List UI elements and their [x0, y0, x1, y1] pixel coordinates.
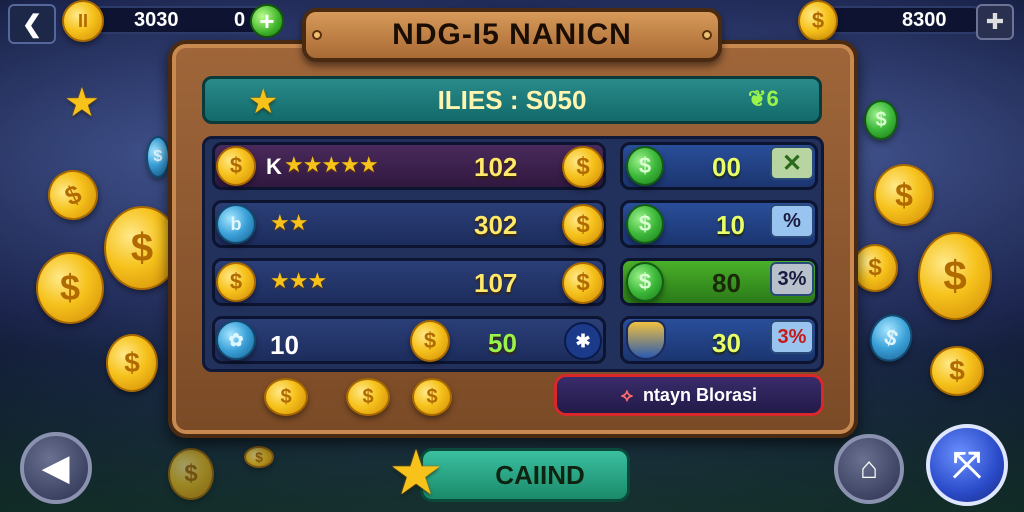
row-coin-icon: $	[216, 262, 256, 302]
side-coin-icon: $	[626, 262, 664, 302]
row-end-coin-icon: $	[562, 262, 604, 304]
puzzle-icon: ✚	[985, 9, 1005, 34]
header-star-icon: ★	[248, 83, 279, 121]
badge-star-icon: ★	[388, 439, 444, 508]
rivet	[312, 30, 322, 40]
header-badge-value: 6	[766, 86, 779, 111]
row-shell-icon: ✿	[216, 320, 256, 360]
currency-value-right: 8300	[902, 8, 947, 31]
settings-button[interactable]: ✚	[976, 4, 1014, 40]
row-value: 107	[474, 268, 518, 298]
close-icon: ✕	[781, 149, 803, 177]
row-stars: ★★★★★	[284, 152, 379, 177]
side-tag[interactable]: ✕	[770, 146, 814, 180]
casino-button-label: CAIIND	[495, 459, 585, 490]
side-tag-text: %	[783, 209, 801, 232]
back-nav-button[interactable]: ◀	[20, 432, 92, 504]
floating-coin-icon: $	[918, 232, 992, 320]
casino-badge: ★	[388, 439, 444, 508]
side-tag-text: 3%	[777, 325, 807, 348]
floating-blue-coin-icon: $	[146, 136, 170, 178]
row-value: 50	[488, 328, 517, 358]
row-badge-icon: b	[216, 204, 256, 244]
row-value: 102	[474, 152, 518, 182]
panel-title-text: NDG-I5 NANICN	[392, 18, 632, 51]
side-coin-icon: $	[626, 204, 664, 244]
currency-value-left: 3030	[134, 8, 179, 31]
coin-icon: $	[798, 0, 838, 42]
floating-coin-icon: $	[874, 164, 934, 226]
floating-coin-icon: $	[852, 244, 898, 292]
currency-secondary-left: 0	[234, 8, 246, 31]
floating-coin-icon: $	[168, 448, 214, 500]
coin-icon: II	[62, 0, 104, 42]
row-value: 302	[474, 210, 518, 240]
row-stars: ★★	[270, 210, 308, 235]
side-value: 10	[716, 210, 745, 240]
row-label: K	[266, 154, 282, 179]
shield-icon	[626, 320, 666, 360]
leaf-icon: ❦	[748, 86, 767, 111]
swap-button[interactable]: ⤧	[926, 424, 1008, 506]
header-text: ILIES : S050	[437, 84, 587, 115]
header-bar: ILIES : S050	[202, 76, 822, 124]
flower-icon: ✱	[575, 330, 591, 351]
side-value: 30	[712, 328, 741, 358]
add-currency-button[interactable]: +	[250, 4, 284, 38]
bonus-button-label: ntayn Blorasi	[642, 384, 757, 405]
floating-green-coin-icon: $	[864, 100, 898, 140]
panel-coin-icon: $	[264, 378, 308, 416]
back-arrow-icon: ❮	[21, 10, 43, 38]
side-coin-icon: $	[626, 146, 664, 186]
row-coin-icon: $	[410, 320, 450, 362]
home-button[interactable]: ⌂	[834, 434, 904, 504]
bonus-icon: ⟡	[621, 384, 633, 405]
panel-coin-icon: $	[346, 378, 390, 416]
row-action-button[interactable]: ✱	[564, 322, 602, 360]
row-stars: ★★★	[270, 268, 327, 293]
back-button[interactable]: ❮	[8, 4, 56, 44]
swap-icon: ⤧	[952, 443, 982, 485]
side-tag-text: 3%	[777, 267, 807, 290]
plus-icon: +	[259, 5, 275, 36]
floating-star-icon: ★	[64, 81, 100, 125]
row-label: 10	[270, 330, 299, 360]
panel-title: NDG-I5 NANICN	[302, 8, 722, 62]
row-end-coin-icon: $	[562, 204, 604, 246]
side-tag[interactable]: 3%	[770, 320, 814, 354]
rivet	[702, 30, 712, 40]
side-tag[interactable]: 3%	[770, 262, 814, 296]
floating-coin-icon: $	[106, 334, 158, 392]
floating-coin-icon: $	[244, 446, 274, 468]
back-icon: ◀	[42, 449, 70, 487]
bonus-button[interactable]: ⟡ ntayn Blorasi	[554, 374, 824, 416]
side-value: 80	[712, 268, 741, 298]
side-tag[interactable]: %	[770, 204, 814, 238]
row-coin-icon: $	[216, 146, 256, 186]
casino-button[interactable]: CAIIND	[420, 448, 630, 502]
header-badge: ❦6	[748, 86, 779, 112]
panel-coin-icon: $	[412, 378, 452, 416]
side-value: 00	[712, 152, 741, 182]
home-icon: ⌂	[859, 452, 879, 485]
row-end-coin-icon: $	[562, 146, 604, 188]
floating-coin-icon: $	[930, 346, 984, 396]
floating-coin-icon: $	[36, 252, 104, 324]
